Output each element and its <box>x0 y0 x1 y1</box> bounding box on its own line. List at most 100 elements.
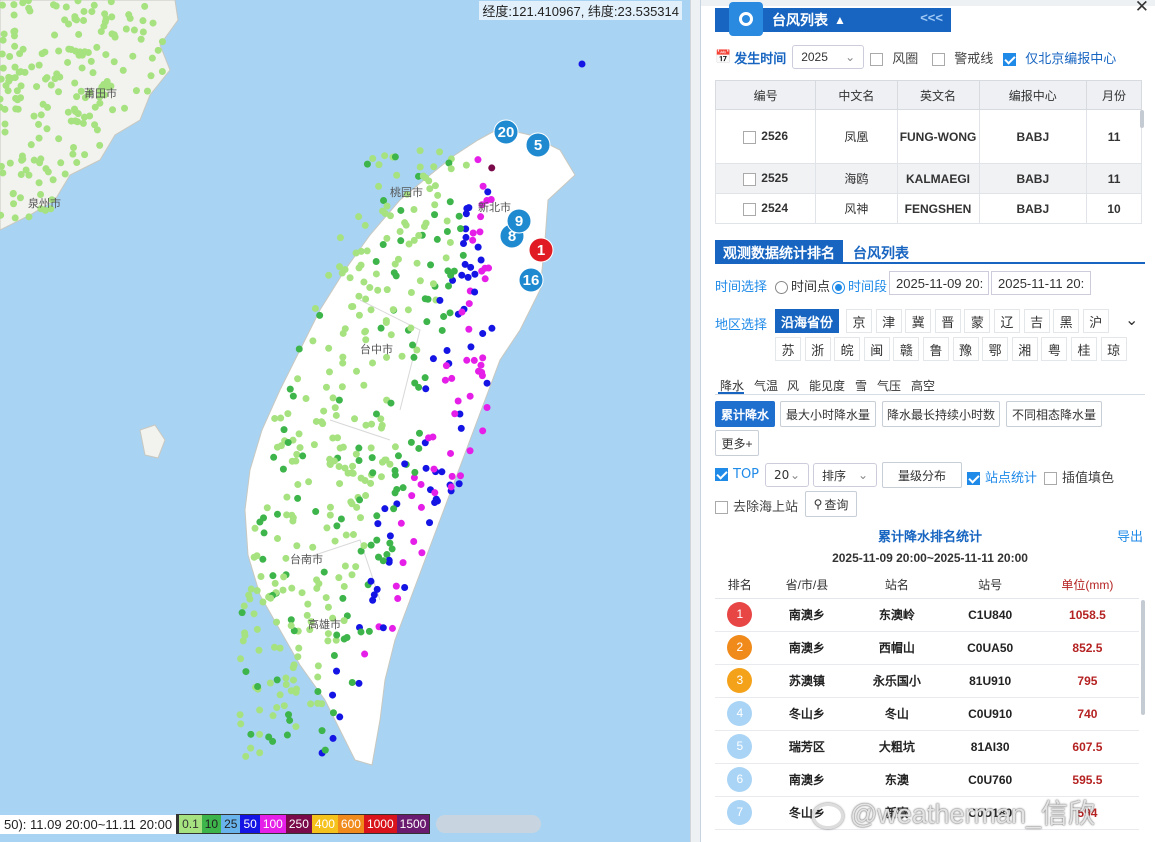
province-button[interactable]: 闽 <box>863 337 890 361</box>
typhoon-id-cell[interactable]: 2524 <box>714 193 817 224</box>
typhoon-marker[interactable]: 16 <box>518 267 544 293</box>
rank-row[interactable]: 1 南澳乡 东澳岭 C1U840 1058.5 <box>715 598 1139 632</box>
time-range-radio[interactable]: 时间段 <box>832 276 887 295</box>
province-button[interactable]: 晋 <box>934 309 961 333</box>
station-dot <box>413 259 421 267</box>
province-button[interactable]: 沪 <box>1082 309 1109 333</box>
province-button[interactable]: 皖 <box>834 337 861 361</box>
year-select[interactable]: 2025 ⌄ <box>792 45 865 69</box>
typhoon-checkbox[interactable] <box>743 172 757 186</box>
province-button[interactable]: 湘 <box>1011 337 1038 361</box>
top-count-select[interactable]: 20 ⌄ <box>765 463 809 487</box>
remove-sea-checkbox[interactable]: 去除海上站 <box>715 496 798 515</box>
element-tab[interactable]: 雪 <box>855 377 867 394</box>
station-dot <box>409 341 417 349</box>
station-dot <box>353 367 361 375</box>
rank-row[interactable]: 4 冬山乡 冬山 C0U910 740 <box>715 697 1139 731</box>
station-dot <box>367 541 375 549</box>
province-button[interactable]: 京 <box>846 309 872 333</box>
province-button[interactable]: 鲁 <box>923 337 949 361</box>
station-dot <box>379 624 387 632</box>
rain-type-button[interactable]: 最大小时降水量 <box>780 401 876 427</box>
element-tab[interactable]: 气温 <box>754 377 778 394</box>
typhoon-marker[interactable]: 5 <box>525 132 551 158</box>
station-dot <box>401 219 409 227</box>
province-button[interactable]: 赣 <box>893 337 920 361</box>
station-dot <box>257 573 265 581</box>
interp-fill-checkbox[interactable]: 插值填色 <box>1044 467 1114 486</box>
close-icon[interactable]: ✕ <box>1135 0 1149 17</box>
station-dot <box>441 376 449 384</box>
station-dot <box>270 453 278 461</box>
typhoon-table-scrollbar[interactable] <box>1140 110 1144 128</box>
rank-row[interactable]: 5 瑞芳区 大粗坑 81AI30 607.5 <box>715 730 1139 764</box>
typhoon-row[interactable]: 2524 风神 FENGSHEN BABJ 10 <box>714 193 1142 224</box>
province-button[interactable]: 琼 <box>1100 337 1127 361</box>
station-dot <box>137 35 145 43</box>
province-button[interactable]: 豫 <box>952 337 979 361</box>
typhoon-row[interactable]: 2526 凤凰 FUNG-WONG BABJ 11 <box>714 109 1142 164</box>
typhoon-checkbox[interactable] <box>743 202 757 216</box>
legend-segment: 250 <box>285 815 312 833</box>
typhoon-marker[interactable]: 20 <box>493 119 519 145</box>
element-tab[interactable]: 能见度 <box>809 377 845 394</box>
start-time-input[interactable]: 2025-11-09 20: <box>889 271 989 295</box>
rank-row[interactable]: 3 苏澳镇 永乐国小 81U910 795 <box>715 664 1139 698</box>
province-button[interactable]: 蒙 <box>964 309 991 333</box>
typhoon-id-cell[interactable]: 2525 <box>714 163 817 194</box>
station-dot <box>361 328 369 336</box>
element-tab[interactable]: 风 <box>787 377 799 394</box>
province-button[interactable]: 苏 <box>775 337 801 361</box>
typhoon-id-cell[interactable]: 2526 <box>714 109 817 164</box>
collapse-button[interactable]: <<< <box>920 10 943 25</box>
rank-table-scrollbar[interactable] <box>1141 600 1145 715</box>
tab-typhoon-list[interactable]: 台风列表 <box>843 240 919 262</box>
province-button[interactable]: 黑 <box>1053 309 1080 333</box>
province-button[interactable]: 粤 <box>1041 337 1068 361</box>
typhoon-checkbox[interactable] <box>743 130 757 144</box>
province-button[interactable]: 吉 <box>1023 309 1050 333</box>
province-button[interactable]: 浙 <box>804 337 831 361</box>
station-dot <box>253 552 261 560</box>
province-button[interactable]: 鄂 <box>982 337 1009 361</box>
province-button[interactable]: 辽 <box>994 309 1020 333</box>
coastal-provinces-button[interactable]: 沿海省份 <box>775 309 839 333</box>
rain-type-button[interactable]: 降水最长持续小时数 <box>882 401 1000 427</box>
export-link[interactable]: 导出 <box>1117 526 1143 545</box>
province-button[interactable]: 津 <box>875 309 902 333</box>
chevron-up-icon[interactable]: ▲ <box>834 13 846 27</box>
station-dot <box>255 646 263 654</box>
province-button[interactable]: 冀 <box>905 309 932 333</box>
station-stat-checkbox[interactable]: 站点统计 <box>967 467 1037 486</box>
chevron-down-icon[interactable]: ⌄ <box>1125 310 1138 329</box>
station-dot <box>363 247 371 255</box>
rain-type-button[interactable]: 累计降水 <box>715 401 775 427</box>
typhoon-row[interactable]: 2525 海鸥 KALMAEGI BABJ 11 <box>714 163 1142 194</box>
map-canvas[interactable]: 20518916 <box>0 0 690 842</box>
only-beijing-checkbox[interactable]: 仅北京编报中心 <box>1003 48 1116 67</box>
svg-text:20: 20 <box>498 124 515 141</box>
top-checkbox[interactable]: TOP <box>715 467 759 482</box>
rain-type-button[interactable]: 更多+ <box>715 430 759 456</box>
grade-dist-button[interactable]: 量级分布 <box>882 462 962 488</box>
tab-stats[interactable]: 观测数据统计排名 <box>715 240 843 262</box>
end-time-input[interactable]: 2025-11-11 20: <box>991 271 1091 295</box>
time-point-radio[interactable]: 时间点 <box>775 276 830 295</box>
typhoon-list-header[interactable]: 台风列表 ▲ <<< <box>715 2 951 36</box>
station-dot <box>329 734 337 742</box>
rainfall-map[interactable]: 20 5 1 8 9 16 经度:121.410967, 纬度:23.535314 莆田市… <box>0 0 690 842</box>
element-tab[interactable]: 气压 <box>877 377 901 394</box>
city-label: 高雄市 <box>308 619 341 631</box>
query-button[interactable]: ⚲ 查询 <box>805 491 857 517</box>
rank-station-code: C0UA50 <box>944 631 1036 665</box>
rank-row[interactable]: 2 南澳乡 西帽山 C0UA50 852.5 <box>715 631 1139 665</box>
element-tab[interactable]: 高空 <box>911 377 935 394</box>
panel-divider[interactable] <box>690 0 700 842</box>
station-dot <box>266 679 274 687</box>
warn-line-checkbox[interactable]: 警戒线 <box>932 48 993 67</box>
rain-type-button[interactable]: 不同相态降水量 <box>1006 401 1102 427</box>
province-button[interactable]: 桂 <box>1071 337 1097 361</box>
wind-circle-checkbox[interactable]: 风圈 <box>870 48 918 67</box>
sort-select[interactable]: 排序 ⌄ <box>813 463 877 487</box>
typhoon-marker[interactable]: 1 <box>528 237 554 263</box>
